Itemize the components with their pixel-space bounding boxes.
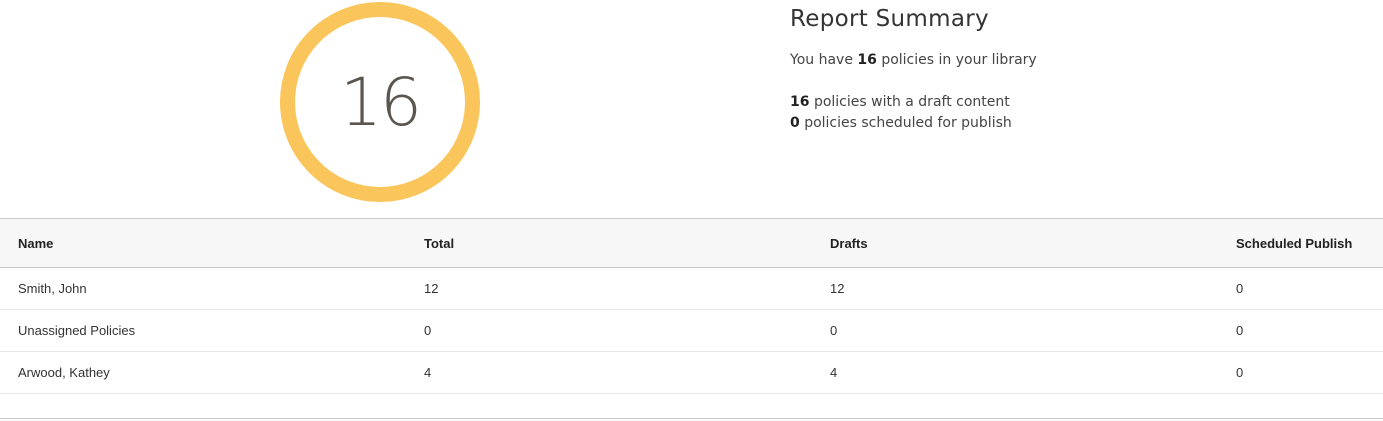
row-name: Unassigned Policies bbox=[0, 309, 406, 352]
report-summary-title: Report Summary bbox=[790, 6, 989, 32]
header-total[interactable]: Total bbox=[406, 218, 812, 268]
header-drafts[interactable]: Drafts bbox=[812, 218, 1218, 268]
drafts-count: 16 bbox=[790, 94, 810, 110]
scheduled-suffix: policies scheduled for publish bbox=[804, 115, 1012, 131]
row-total: 4 bbox=[406, 351, 812, 394]
table-row: Arwood, Kathey 4 4 0 bbox=[0, 351, 1383, 394]
policy-count-ring: 16 bbox=[280, 2, 480, 202]
row-scheduled: 0 bbox=[1218, 267, 1383, 310]
library-suffix: policies in your library bbox=[881, 52, 1037, 68]
row-scheduled: 0 bbox=[1218, 309, 1383, 352]
report-summary: Report Summary You have 16 policies in y… bbox=[790, 4, 1037, 134]
policy-count-number: 16 bbox=[340, 64, 422, 141]
library-prefix: You have bbox=[790, 52, 853, 68]
drafts-summary-line: 16 policies with a draft content bbox=[790, 92, 1037, 113]
library-summary-line: You have 16 policies in your library bbox=[790, 50, 1037, 71]
policy-report-table: Name Total Drafts Scheduled Publish Smit… bbox=[0, 218, 1383, 394]
scheduled-count: 0 bbox=[790, 115, 800, 131]
row-drafts: 0 bbox=[812, 309, 1218, 352]
header-scheduled-publish[interactable]: Scheduled Publish bbox=[1218, 218, 1383, 268]
row-total: 0 bbox=[406, 309, 812, 352]
table-row: Unassigned Policies 0 0 0 bbox=[0, 309, 1383, 352]
row-drafts: 4 bbox=[812, 351, 1218, 394]
row-drafts: 12 bbox=[812, 267, 1218, 310]
table-bottom-divider bbox=[0, 418, 1383, 419]
row-total: 12 bbox=[406, 267, 812, 310]
row-scheduled: 0 bbox=[1218, 351, 1383, 394]
scheduled-summary-line: 0 policies scheduled for publish bbox=[790, 113, 1037, 134]
row-name: Smith, John bbox=[0, 267, 406, 310]
row-name: Arwood, Kathey bbox=[0, 351, 406, 394]
library-count: 16 bbox=[857, 52, 877, 68]
drafts-suffix: policies with a draft content bbox=[813, 94, 1010, 110]
table-row: Smith, John 12 12 0 bbox=[0, 267, 1383, 310]
header-name[interactable]: Name bbox=[0, 218, 406, 268]
table-header-row: Name Total Drafts Scheduled Publish bbox=[0, 218, 1383, 268]
